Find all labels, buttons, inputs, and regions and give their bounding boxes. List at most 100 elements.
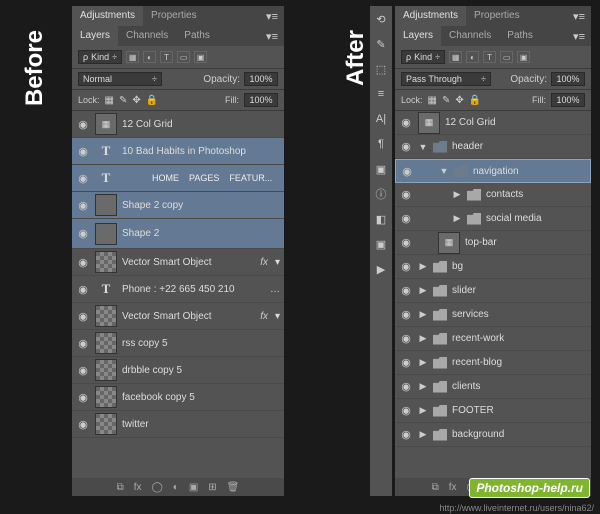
visibility-icon[interactable]: ◉	[400, 165, 414, 178]
disclosure-icon[interactable]: ▶	[452, 189, 462, 200]
filter-shape-icon[interactable]: ▭	[500, 51, 513, 63]
layer-row[interactable]: ◉TPhone : +22 665 450 210…	[72, 276, 284, 303]
filter-adjust-icon[interactable]: ◐	[143, 51, 156, 63]
mask-icon[interactable]: ◯	[152, 482, 163, 493]
visibility-icon[interactable]: ◉	[76, 391, 90, 404]
layer-row[interactable]: ◉▦top-bar	[395, 231, 591, 255]
adjust-icon[interactable]: ◐	[173, 482, 179, 493]
layer-row[interactable]: ◉▶FOOTER	[395, 399, 591, 423]
tool-icon[interactable]: ⬚	[374, 62, 388, 76]
filter-type-icon[interactable]: T	[483, 51, 496, 63]
layer-row[interactable]: ◉facebook copy 5	[72, 384, 284, 411]
disclosure-icon[interactable]: ▶	[452, 213, 462, 224]
opacity-value[interactable]: 100%	[244, 72, 278, 86]
disclosure-icon[interactable]: ▶	[418, 333, 428, 344]
filter-smart-icon[interactable]: ▣	[194, 51, 207, 63]
tool-icon[interactable]: ¶	[374, 137, 388, 151]
fill-value[interactable]: 100%	[244, 93, 278, 107]
visibility-icon[interactable]: ◉	[399, 380, 413, 393]
visibility-icon[interactable]: ◉	[76, 118, 90, 131]
visibility-icon[interactable]: ◉	[399, 212, 413, 225]
lock-pixel-icon[interactable]: ✎	[119, 95, 127, 106]
disclosure-icon[interactable]: ▼	[439, 166, 449, 176]
layer-row[interactable]: ◉▶clients	[395, 375, 591, 399]
lock-icon[interactable]: 🔒	[469, 95, 481, 106]
visibility-icon[interactable]: ◉	[399, 404, 413, 417]
tool-icon[interactable]: ▣	[374, 237, 388, 251]
tab-layers[interactable]: Layers	[72, 26, 118, 46]
filter-pixel-icon[interactable]: ▦	[449, 51, 462, 63]
layer-row[interactable]: ◉▶background	[395, 423, 591, 447]
layer-row[interactable]: ◉▼navigation	[395, 159, 591, 183]
layer-row[interactable]: ◉T10 Bad Habits in Photoshop	[72, 138, 284, 165]
trash-icon[interactable]: 🗑	[227, 482, 240, 493]
fill-value[interactable]: 100%	[551, 93, 585, 107]
visibility-icon[interactable]: ◉	[76, 310, 90, 323]
disclosure-icon[interactable]: ▶	[418, 309, 428, 320]
filter-pixel-icon[interactable]: ▦	[126, 51, 139, 63]
lock-icon[interactable]: 🔒	[146, 95, 158, 106]
visibility-icon[interactable]: ◉	[399, 356, 413, 369]
tool-icon[interactable]: ✎	[374, 37, 388, 51]
link-icon[interactable]: ⧉	[117, 482, 124, 493]
layer-row[interactable]: ◉Vector Smart Objectfx▾	[72, 303, 284, 330]
tool-icon[interactable]: ⓘ	[374, 187, 388, 201]
layer-row[interactable]: ◉▶contacts	[395, 183, 591, 207]
layer-row[interactable]: ◉rss copy 5	[72, 330, 284, 357]
disclosure-icon[interactable]: ▶	[418, 285, 428, 296]
disclosure-icon[interactable]: ▶	[418, 405, 428, 416]
filter-adjust-icon[interactable]: ◐	[466, 51, 479, 63]
visibility-icon[interactable]: ◉	[76, 337, 90, 350]
layer-row[interactable]: ◉▦12 Col Grid	[395, 111, 591, 135]
layer-row[interactable]: ◉▶bg	[395, 255, 591, 279]
tab-adjustments[interactable]: Adjustments	[395, 6, 466, 26]
visibility-icon[interactable]: ◉	[76, 199, 90, 212]
fx-icon[interactable]: fx	[449, 482, 457, 493]
layer-row[interactable]: ◉▶social media	[395, 207, 591, 231]
tab-adjustments[interactable]: Adjustments	[72, 6, 143, 26]
link-icon[interactable]: ⧉	[432, 482, 439, 493]
tool-icon[interactable]: ▣	[374, 162, 388, 176]
layer-row[interactable]: ◉Vector Smart Objectfx▾	[72, 249, 284, 276]
group-icon[interactable]: ▣	[189, 482, 198, 493]
visibility-icon[interactable]: ◉	[76, 145, 90, 158]
tab-paths[interactable]: Paths	[499, 26, 541, 46]
visibility-icon[interactable]: ◉	[76, 172, 90, 185]
kind-dropdown[interactable]: ρ Kind ÷	[401, 50, 445, 64]
tool-icon[interactable]: ≡	[374, 87, 388, 101]
visibility-icon[interactable]: ◉	[76, 256, 90, 269]
fx-badge[interactable]: fx	[260, 257, 268, 268]
layer-row[interactable]: ◉▶recent-blog	[395, 351, 591, 375]
disclosure-icon[interactable]: ▶	[418, 357, 428, 368]
disclosure-icon[interactable]: ▶	[418, 381, 428, 392]
new-icon[interactable]: ⊞	[208, 482, 216, 493]
opacity-value[interactable]: 100%	[551, 72, 585, 86]
tab-paths[interactable]: Paths	[176, 26, 218, 46]
layer-row[interactable]: ◉▶services	[395, 303, 591, 327]
lock-all-icon[interactable]: ▦	[428, 95, 437, 106]
tab-channels[interactable]: Channels	[441, 26, 499, 46]
lock-pos-icon[interactable]: ✥	[132, 95, 140, 106]
tool-icon[interactable]: ⟲	[374, 12, 388, 26]
visibility-icon[interactable]: ◉	[399, 188, 413, 201]
tab-layers[interactable]: Layers	[395, 26, 441, 46]
tab-properties[interactable]: Properties	[466, 6, 528, 26]
visibility-icon[interactable]: ◉	[399, 236, 413, 249]
tool-icon[interactable]: ◧	[374, 212, 388, 226]
layer-row[interactable]: ◉Shape 2	[72, 219, 284, 249]
layer-row[interactable]: ◉▼header	[395, 135, 591, 159]
tool-icon[interactable]: A|	[374, 112, 388, 126]
layer-row[interactable]: ◉▶slider	[395, 279, 591, 303]
filter-smart-icon[interactable]: ▣	[517, 51, 530, 63]
layer-row[interactable]: ◉drbble copy 5	[72, 357, 284, 384]
layer-row[interactable]: ◉twitter	[72, 411, 284, 438]
visibility-icon[interactable]: ◉	[399, 332, 413, 345]
layer-row[interactable]: ◉THOMEPAGESFEATUR...	[72, 165, 284, 192]
visibility-icon[interactable]: ◉	[76, 283, 90, 296]
layer-row[interactable]: ◉▶recent-work	[395, 327, 591, 351]
tab-properties[interactable]: Properties	[143, 6, 205, 26]
visibility-icon[interactable]: ◉	[76, 364, 90, 377]
layer-row[interactable]: ◉Shape 2 copy	[72, 192, 284, 219]
visibility-icon[interactable]: ◉	[76, 227, 90, 240]
visibility-icon[interactable]: ◉	[399, 308, 413, 321]
